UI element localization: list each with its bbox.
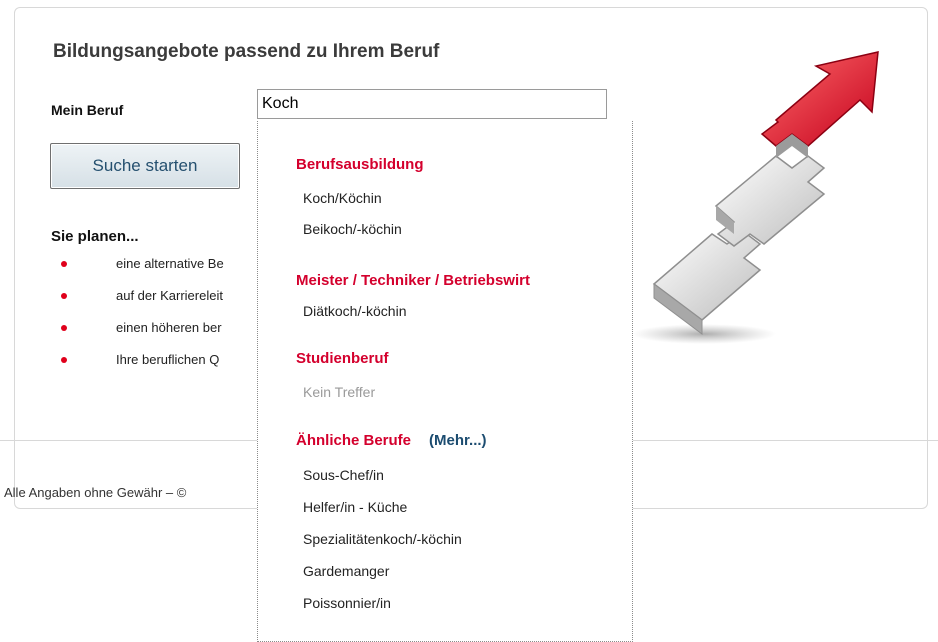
footer-disclaimer: Alle Angaben ohne Gewähr – © (4, 485, 187, 500)
plan-bullet-text: eine alternative Be (116, 256, 224, 271)
puzzle-arrow-illustration (632, 51, 879, 344)
suggestion-item[interactable]: Poissonnier/in (303, 595, 391, 611)
beruf-input[interactable] (257, 89, 607, 119)
plan-heading: Sie planen... (51, 228, 139, 245)
plan-bullet-item[interactable]: Ihre beruflichen Q (58, 352, 262, 384)
autocomplete-dropdown: Berufsausbildung Koch/Köchin Beikoch/-kö… (257, 121, 633, 642)
search-button[interactable]: Suche starten (50, 143, 240, 189)
bullet-dot-icon (61, 261, 67, 267)
plan-bullet-item[interactable]: eine alternative Be (58, 256, 262, 288)
bullet-dot-icon (61, 325, 67, 331)
suggestion-item[interactable]: Gardemanger (303, 563, 389, 579)
plan-bullet-text: einen höheren ber (116, 320, 222, 335)
page-title: Bildungsangebote passend zu Ihrem Beruf (53, 41, 440, 62)
section-heading-studienberuf: Studienberuf (296, 350, 389, 367)
section-heading-berufsausbildung: Berufsausbildung (296, 156, 424, 173)
bullet-dot-icon (61, 293, 67, 299)
no-result-text: Kein Treffer (303, 384, 376, 400)
section-title: Ähnliche Berufe (296, 432, 412, 449)
more-link[interactable]: (Mehr...) (429, 432, 487, 449)
suggestion-item[interactable]: Diätkoch/-köchin (303, 303, 407, 319)
section-heading-aehnliche-berufe: Ähnliche Berufe (Mehr...) (296, 432, 487, 449)
suggestion-item[interactable]: Koch/Köchin (303, 190, 382, 206)
beruf-label: Mein Beruf (51, 102, 124, 118)
plan-bullet-item[interactable]: einen höheren ber (58, 320, 262, 352)
bullet-dot-icon (61, 357, 67, 363)
suggestion-item[interactable]: Helfer/in - Küche (303, 499, 407, 515)
suggestion-item[interactable]: Spezialitätenkoch/-köchin (303, 531, 462, 547)
suggestion-item[interactable]: Beikoch/-köchin (303, 221, 402, 237)
plan-bullet-text: auf der Karriereleit (116, 288, 223, 303)
plan-bullet-item[interactable]: auf der Karriereleit (58, 288, 262, 320)
plan-bullet-text: Ihre beruflichen Q (116, 352, 220, 367)
plan-bullet-list: eine alternative Be auf der Karriereleit… (58, 256, 262, 384)
section-heading-meister: Meister / Techniker / Betriebswirt (296, 272, 530, 289)
suggestion-item[interactable]: Sous-Chef/in (303, 467, 384, 483)
